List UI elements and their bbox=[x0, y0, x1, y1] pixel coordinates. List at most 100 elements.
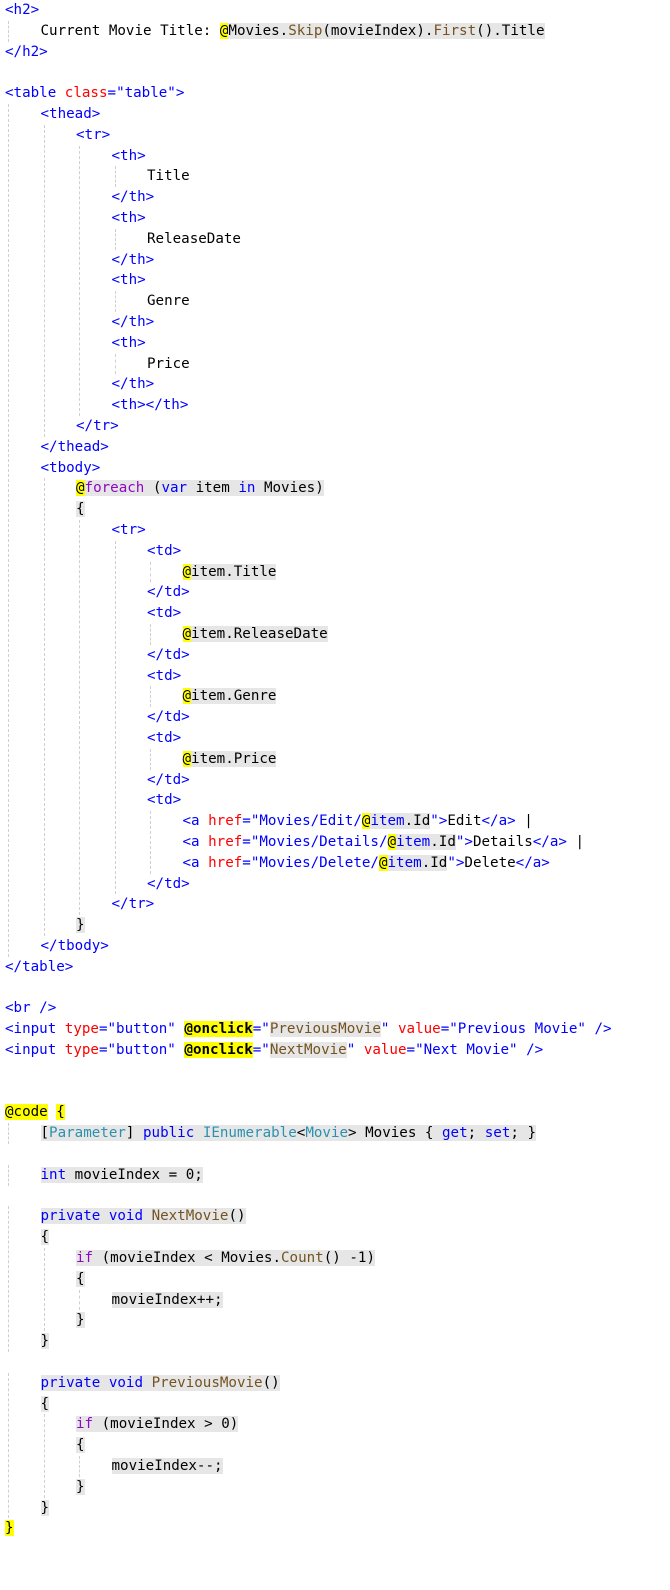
code-token: } bbox=[5, 1520, 14, 1537]
code-token: First bbox=[433, 22, 477, 39]
code-token: } bbox=[76, 917, 85, 934]
code-token: <tr> bbox=[111, 522, 146, 538]
code-token: </a> bbox=[532, 834, 567, 850]
code-token: = bbox=[252, 1021, 262, 1038]
code-token: <tr> bbox=[76, 126, 111, 143]
code-token: ] bbox=[125, 1125, 144, 1142]
code-token: "table" bbox=[116, 85, 176, 102]
code-token: Details bbox=[472, 834, 533, 850]
code-line: </tbody> bbox=[41, 936, 109, 957]
code-line: ReleaseDate bbox=[147, 229, 241, 250]
code-token: <td> bbox=[147, 605, 182, 622]
code-token: var bbox=[161, 480, 188, 497]
code-token: <td> bbox=[147, 542, 182, 559]
code-line: </tr> bbox=[76, 416, 119, 437]
code-token: "Next Movie" bbox=[415, 1042, 518, 1058]
code-token: <td> bbox=[147, 667, 182, 684]
code-token: <th></th> bbox=[111, 397, 189, 414]
code-token: Parameter bbox=[49, 1125, 126, 1142]
indent-guide bbox=[8, 20, 9, 42]
code-token: </td> bbox=[147, 646, 190, 663]
code-token: <a bbox=[182, 813, 209, 830]
indent-guide bbox=[79, 520, 80, 916]
code-token: { bbox=[76, 1437, 85, 1454]
code-token: <td> bbox=[147, 730, 182, 746]
code-token: = bbox=[107, 85, 117, 102]
code-line: if (movieIndex < Movies.Count() -1) bbox=[76, 1248, 375, 1269]
code-token: " bbox=[346, 1042, 356, 1058]
code-line: <td> bbox=[147, 728, 181, 749]
code-token: </th> bbox=[111, 251, 155, 268]
code-token: </a> bbox=[481, 813, 516, 830]
code-line: <td> bbox=[147, 603, 181, 624]
code-token: Current Movie Title: bbox=[40, 22, 220, 39]
code-token: IEnumerable bbox=[202, 1125, 297, 1142]
code-token: <tbody> bbox=[40, 459, 101, 476]
code-token: > Movies { bbox=[348, 1125, 443, 1142]
code-token: <h2> bbox=[5, 2, 40, 18]
code-token: private bbox=[40, 1374, 101, 1391]
code-token: @ bbox=[182, 750, 192, 767]
code-token: "Previous Movie" bbox=[449, 1021, 586, 1038]
code-token: </th> bbox=[111, 376, 155, 393]
code-token: href bbox=[208, 834, 243, 850]
code-token: "button" bbox=[107, 1042, 176, 1058]
code-token: Count bbox=[281, 1250, 324, 1266]
code-token: </td> bbox=[147, 875, 190, 892]
code-token: ; bbox=[467, 1125, 485, 1142]
code-token: @ bbox=[387, 834, 397, 850]
indent-guide bbox=[8, 1206, 9, 1352]
code-token: " bbox=[261, 1042, 270, 1058]
code-token: ; } bbox=[510, 1125, 536, 1142]
code-line: } bbox=[40, 1331, 50, 1352]
code-token: = bbox=[98, 1021, 108, 1038]
code-token: <input bbox=[5, 1042, 65, 1058]
code-line: <input type="button" @onclick="NextMovie… bbox=[5, 1040, 543, 1061]
code-token: | bbox=[515, 813, 533, 830]
code-line: private void NextMovie() bbox=[40, 1206, 246, 1227]
code-line: </table> bbox=[5, 957, 73, 978]
indent-guide bbox=[150, 624, 151, 645]
code-line: Title bbox=[147, 166, 190, 187]
code-line: <tr> bbox=[76, 125, 110, 146]
code-token: in bbox=[238, 480, 256, 497]
code-line: <td> bbox=[147, 541, 181, 562]
code-line: <h2> bbox=[5, 0, 39, 21]
indent-guide bbox=[8, 1123, 9, 1144]
code-line: } bbox=[76, 1310, 85, 1331]
code-line: } bbox=[40, 1498, 50, 1519]
code-token: .Id bbox=[404, 813, 431, 830]
code-token: </td> bbox=[147, 584, 190, 601]
indent-guide bbox=[43, 1414, 45, 1498]
code-line: if (movieIndex > 0) bbox=[76, 1414, 239, 1435]
code-token: href bbox=[208, 854, 243, 871]
code-token: } bbox=[40, 1333, 50, 1350]
code-token: > bbox=[464, 834, 473, 850]
code-token: } bbox=[40, 1499, 50, 1516]
code-token: </a> bbox=[515, 854, 550, 871]
code-line: <table class="table"> bbox=[5, 83, 184, 104]
code-line: { bbox=[40, 1227, 50, 1248]
code-line: private void PreviousMovie() bbox=[40, 1373, 280, 1394]
code-token: get bbox=[442, 1125, 468, 1142]
code-token: "Movies/Delete/ bbox=[250, 854, 379, 871]
code-token: [ bbox=[40, 1125, 50, 1142]
code-token: = bbox=[242, 834, 251, 850]
code-line: </th> bbox=[112, 312, 155, 333]
code-token: } bbox=[76, 1478, 85, 1495]
code-token bbox=[143, 1374, 152, 1391]
code-token: <a bbox=[182, 854, 209, 871]
code-line: <input type="button" @onclick="PreviousM… bbox=[5, 1019, 612, 1040]
code-token: <td> bbox=[147, 792, 182, 809]
code-token: <thead> bbox=[40, 106, 101, 122]
code-token: Movie bbox=[305, 1125, 349, 1142]
code-token: type bbox=[64, 1042, 99, 1058]
code-token: { bbox=[76, 501, 85, 518]
code-line: Current Movie Title: @Movies.Skip(movieI… bbox=[41, 21, 545, 42]
code-token: { bbox=[40, 1229, 50, 1246]
code-token: Delete bbox=[464, 854, 516, 871]
indent-guide bbox=[150, 686, 151, 708]
indent-guide bbox=[114, 166, 116, 188]
code-line: <tbody> bbox=[41, 458, 101, 479]
